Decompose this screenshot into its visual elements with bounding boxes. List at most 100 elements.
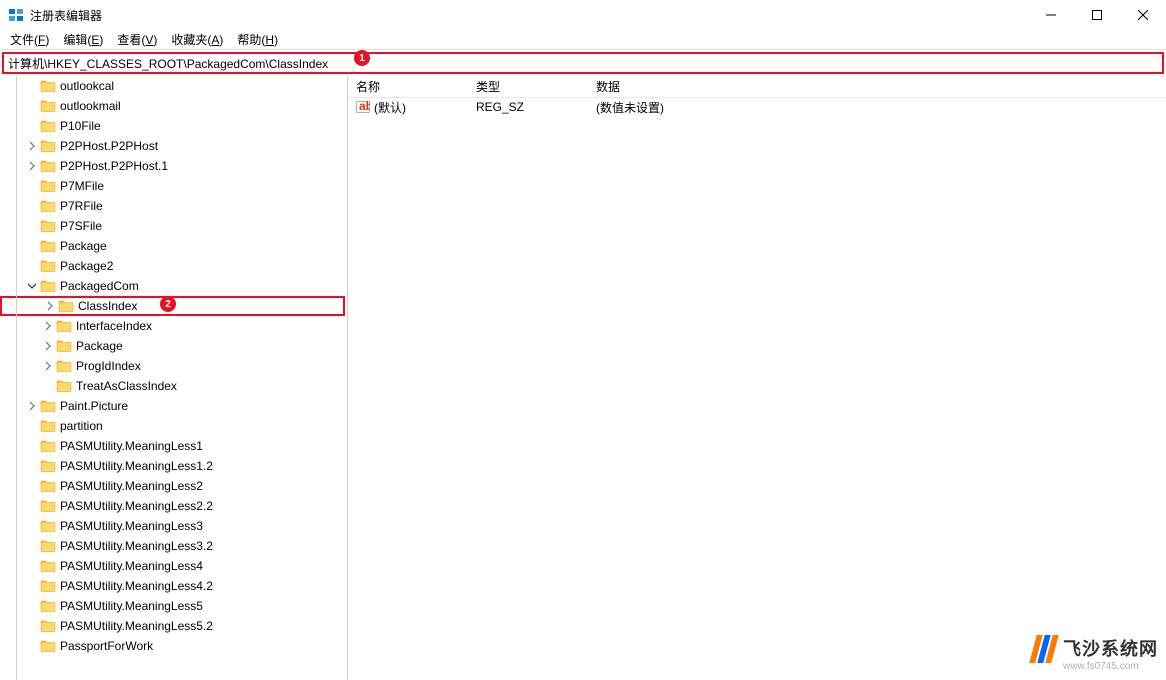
- tree-item[interactable]: ·P10File: [0, 116, 347, 136]
- tree-item[interactable]: ·Package: [0, 236, 347, 256]
- tree-item[interactable]: Package: [0, 336, 347, 356]
- tree-item-label: P7MFile: [60, 179, 104, 193]
- value-name-cell: ab (默认): [348, 99, 468, 116]
- tree-item-label: PASMUtility.MeaningLess3: [60, 519, 203, 533]
- tree-item[interactable]: ·outlookcal: [0, 76, 347, 96]
- tree-item-label: PackagedCom: [60, 279, 139, 293]
- tree-item-label: Package2: [60, 259, 113, 273]
- menu-help[interactable]: 帮助(H): [231, 29, 284, 50]
- tree-item[interactable]: P2PHost.P2PHost: [0, 136, 347, 156]
- watermark-logo: [1033, 635, 1057, 663]
- menu-favorites[interactable]: 收藏夹(A): [165, 29, 229, 50]
- tree-item[interactable]: P2PHost.P2PHost.1: [0, 156, 347, 176]
- tree-item[interactable]: ·PASMUtility.MeaningLess1.2: [0, 456, 347, 476]
- tree-item-label: outlookcal: [60, 79, 114, 93]
- value-name: (默认): [374, 99, 406, 116]
- tree-item-label: InterfaceIndex: [76, 319, 152, 333]
- titlebar: 注册表编辑器: [0, 0, 1166, 30]
- tree-item[interactable]: PackagedCom: [0, 276, 347, 296]
- menu-edit[interactable]: 编辑(E): [57, 29, 109, 50]
- tree-item-label: PASMUtility.MeaningLess5: [60, 599, 203, 613]
- tree-item-label: P2PHost.P2PHost.1: [60, 159, 168, 173]
- content-area: ·outlookcal·outlookmail·P10File P2PHost.P…: [0, 76, 1166, 680]
- chevron-down-icon[interactable]: [24, 281, 40, 291]
- tree-item[interactable]: ·P7RFile: [0, 196, 347, 216]
- tree-item-label: Package: [60, 239, 107, 253]
- tree-item-label: PassportForWork: [60, 639, 153, 653]
- menu-file[interactable]: 文件(F): [4, 29, 55, 50]
- annotation-callout-2: 2: [160, 296, 176, 312]
- window-controls: [1028, 0, 1166, 30]
- address-path: 计算机\HKEY_CLASSES_ROOT\PackagedCom\ClassI…: [8, 55, 328, 72]
- value-list-panel: 名称 类型 数据 ab (默认) REG_SZ (数值未设置): [348, 76, 1166, 680]
- tree-item[interactable]: ·Package2: [0, 256, 347, 276]
- tree-item-label: P2PHost.P2PHost: [60, 139, 158, 153]
- list-headers: 名称 类型 数据: [348, 76, 1166, 98]
- tree-item-label: PASMUtility.MeaningLess2.2: [60, 499, 213, 513]
- tree-item[interactable]: ·PASMUtility.MeaningLess2: [0, 476, 347, 496]
- minimize-button[interactable]: [1028, 0, 1074, 30]
- watermark-title: 飞沙系统网: [1063, 635, 1158, 661]
- address-bar[interactable]: 计算机\HKEY_CLASSES_ROOT\PackagedCom\ClassI…: [2, 52, 1164, 74]
- chevron-right-icon[interactable]: [24, 161, 40, 171]
- tree-item[interactable]: ·PASMUtility.MeaningLess3: [0, 516, 347, 536]
- value-data: (数值未设置): [588, 99, 1166, 116]
- tree-item[interactable]: ·PASMUtility.MeaningLess4.2: [0, 576, 347, 596]
- chevron-right-icon[interactable]: [40, 341, 56, 351]
- tree-item-label: P7RFile: [60, 199, 103, 213]
- col-header-name[interactable]: 名称: [348, 75, 468, 98]
- tree-item-label: P7SFile: [60, 219, 102, 233]
- window-title: 注册表编辑器: [30, 7, 1028, 24]
- tree-item-label: ClassIndex: [78, 299, 137, 313]
- close-button[interactable]: [1120, 0, 1166, 30]
- tree-item[interactable]: ProgIdIndex: [0, 356, 347, 376]
- tree-item-label: PASMUtility.MeaningLess4.2: [60, 579, 213, 593]
- tree-item-label: PASMUtility.MeaningLess3.2: [60, 539, 213, 553]
- tree-item[interactable]: ·P7MFile: [0, 176, 347, 196]
- tree-item-label: PASMUtility.MeaningLess1.2: [60, 459, 213, 473]
- chevron-right-icon[interactable]: [24, 141, 40, 151]
- tree-vline: [16, 76, 17, 680]
- maximize-button[interactable]: [1074, 0, 1120, 30]
- tree-item[interactable]: ·PASMUtility.MeaningLess1: [0, 436, 347, 456]
- tree-panel[interactable]: ·outlookcal·outlookmail·P10File P2PHost.P…: [0, 76, 348, 680]
- tree-item[interactable]: ·PASMUtility.MeaningLess2.2: [0, 496, 347, 516]
- menu-view[interactable]: 查看(V): [111, 29, 163, 50]
- tree-item[interactable]: Paint.Picture: [0, 396, 347, 416]
- menubar: 文件(F) 编辑(E) 查看(V) 收藏夹(A) 帮助(H): [0, 30, 1166, 50]
- tree-item[interactable]: ·outlookmail: [0, 96, 347, 116]
- chevron-right-icon[interactable]: [40, 361, 56, 371]
- col-header-data[interactable]: 数据: [588, 75, 1166, 98]
- svg-text:ab: ab: [359, 100, 370, 113]
- watermark: 飞沙系统网 www.fs0745.com: [1033, 635, 1158, 672]
- tree-item[interactable]: InterfaceIndex: [0, 316, 347, 336]
- chevron-right-icon[interactable]: [42, 301, 58, 311]
- tree-item-label: Paint.Picture: [60, 399, 128, 413]
- tree-item-label: Package: [76, 339, 123, 353]
- tree-item[interactable]: ·partition: [0, 416, 347, 436]
- tree-item[interactable]: ·PASMUtility.MeaningLess3.2: [0, 536, 347, 556]
- tree-item[interactable]: ·P7SFile: [0, 216, 347, 236]
- tree-item[interactable]: ·PASMUtility.MeaningLess5: [0, 596, 347, 616]
- tree-item-label: PASMUtility.MeaningLess1: [60, 439, 203, 453]
- chevron-right-icon[interactable]: [40, 321, 56, 331]
- string-value-icon: ab: [356, 100, 370, 114]
- registry-editor-icon: [8, 7, 24, 23]
- tree-item-label: ProgIdIndex: [76, 359, 141, 373]
- watermark-url: www.fs0745.com: [1063, 661, 1158, 672]
- tree-item[interactable]: ·PASMUtility.MeaningLess4: [0, 556, 347, 576]
- tree-item-label: PASMUtility.MeaningLess2: [60, 479, 203, 493]
- tree-item-label: P10File: [60, 119, 101, 133]
- chevron-right-icon[interactable]: [24, 401, 40, 411]
- tree-item-label: PASMUtility.MeaningLess4: [60, 559, 203, 573]
- tree-item[interactable]: ·PassportForWork: [0, 636, 347, 656]
- col-header-type[interactable]: 类型: [468, 75, 588, 98]
- tree-item-label: partition: [60, 419, 103, 433]
- value-type: REG_SZ: [468, 100, 588, 114]
- list-row[interactable]: ab (默认) REG_SZ (数值未设置): [348, 98, 1166, 116]
- tree-item[interactable]: ·PASMUtility.MeaningLess5.2: [0, 616, 347, 636]
- tree-item-label: TreatAsClassIndex: [76, 379, 177, 393]
- tree-item-label: outlookmail: [60, 99, 121, 113]
- tree-item-label: PASMUtility.MeaningLess5.2: [60, 619, 213, 633]
- tree-item[interactable]: ·TreatAsClassIndex: [0, 376, 347, 396]
